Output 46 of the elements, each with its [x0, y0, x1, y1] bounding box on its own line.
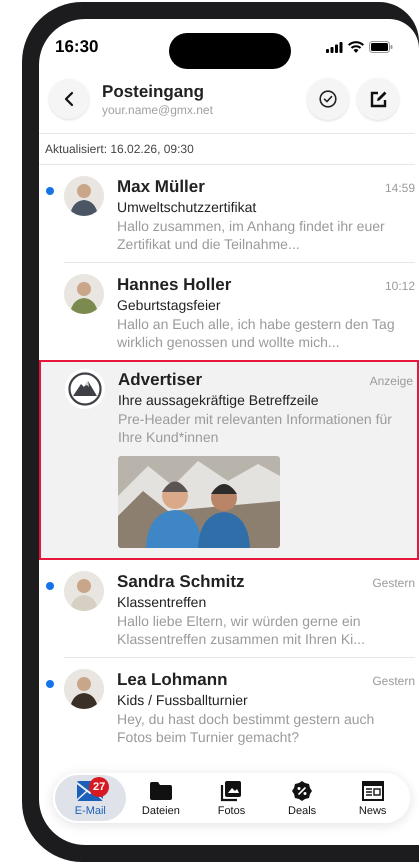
wifi-icon	[348, 41, 364, 53]
message-row[interactable]: Lea Lohmann Gestern Kids / Fussballturnier Hey, du hast doch bestimmt gestern auch Fotos beim Turnier gemacht?	[39, 658, 419, 755]
select-button[interactable]	[307, 78, 349, 120]
message-subject: Umweltschutzzertifikat	[117, 198, 258, 217]
message-preview: Hallo liebe Eltern, wir würden gerne ein Klassentreffen zusammen mit Ihren Ki...	[117, 612, 366, 648]
message-subject: Kids / Fussballturnier	[117, 691, 249, 710]
tab-item[interactable]: Fotos	[196, 775, 267, 821]
newspaper-icon	[362, 780, 384, 800]
tab-item[interactable]: Deals	[266, 775, 338, 821]
message-time: Gestern	[372, 575, 415, 592]
message-preview: Hallo an Euch alle, ich habe gestern den Tag wirklich genossen und wollte mich...	[117, 315, 396, 351]
back-button[interactable]	[49, 79, 89, 119]
signal-icon	[326, 42, 343, 52]
back-icon	[64, 91, 74, 107]
message-preview: Pre-Header mit relevanten Informationen für Ihre Kund*innen	[118, 410, 393, 446]
message-subject: Geburtstagsfeier	[117, 296, 222, 315]
message-time: 14:59	[384, 180, 415, 197]
message-subject: Ihre aussagekräftige Betreffzeile	[118, 391, 320, 410]
status-time: 16:30	[55, 36, 98, 58]
compose-icon	[368, 90, 388, 108]
folder-icon	[150, 782, 172, 800]
message-preview: Hallo zusammen, im Anhang findet ihr euer Zertifikat und die Teilnahme...	[117, 217, 386, 253]
message-time: Gestern	[372, 673, 415, 690]
compose-button[interactable]	[357, 78, 399, 120]
check-circle-icon	[319, 90, 337, 108]
message-row[interactable]: Hannes Holler 10:12 Geburtstagsfeier Hallo an Euch alle, ich habe gestern den Tag wirklich genossen und wollte mich...	[39, 263, 419, 360]
update-timestamp: Aktualisiert: 16.02.26, 09:30	[45, 141, 194, 158]
sender-name: Max Müller	[117, 176, 205, 197]
message-row[interactable]: Max Müller 14:59 Umweltschutzzertifikat Hallo zusammen, im Anhang findet ihr euer Zertifikat und die Teilnahme...	[39, 165, 419, 262]
battery-icon	[369, 41, 393, 53]
message-preview: Hey, du hast doch bestimmt gestern auch Fotos beim Turnier gemacht?	[117, 710, 376, 746]
message-row[interactable]: Sandra Schmitz Gestern Klassentreffen Hallo liebe Eltern, wir würden gerne ein Klassentreffen zusammen mit Ihren Ki...	[39, 560, 419, 657]
message-time: 10:12	[384, 278, 415, 295]
tab-item[interactable]: Dateien	[126, 775, 196, 821]
header-title: Posteingang	[102, 80, 206, 102]
message-subject: Klassentreffen	[117, 593, 208, 612]
ad-label: Anzeige	[370, 373, 413, 390]
account-address: your.name@gmx.net	[102, 102, 213, 118]
ad-row[interactable]: Advertiser Anzeige Ihre aussagekräftige Betreffzeile Pre-Header mit relevanten Informationen für Ihre Kund*innen	[39, 360, 419, 560]
tab-item[interactable]: News	[337, 775, 408, 821]
sender-name: Advertiser	[118, 369, 202, 390]
sender-name: Hannes Holler	[117, 274, 232, 295]
sender-name: Lea Lohmann	[117, 669, 228, 690]
percent-badge-icon	[292, 780, 312, 800]
sender-name: Sandra Schmitz	[117, 571, 245, 592]
photos-icon	[220, 780, 242, 802]
